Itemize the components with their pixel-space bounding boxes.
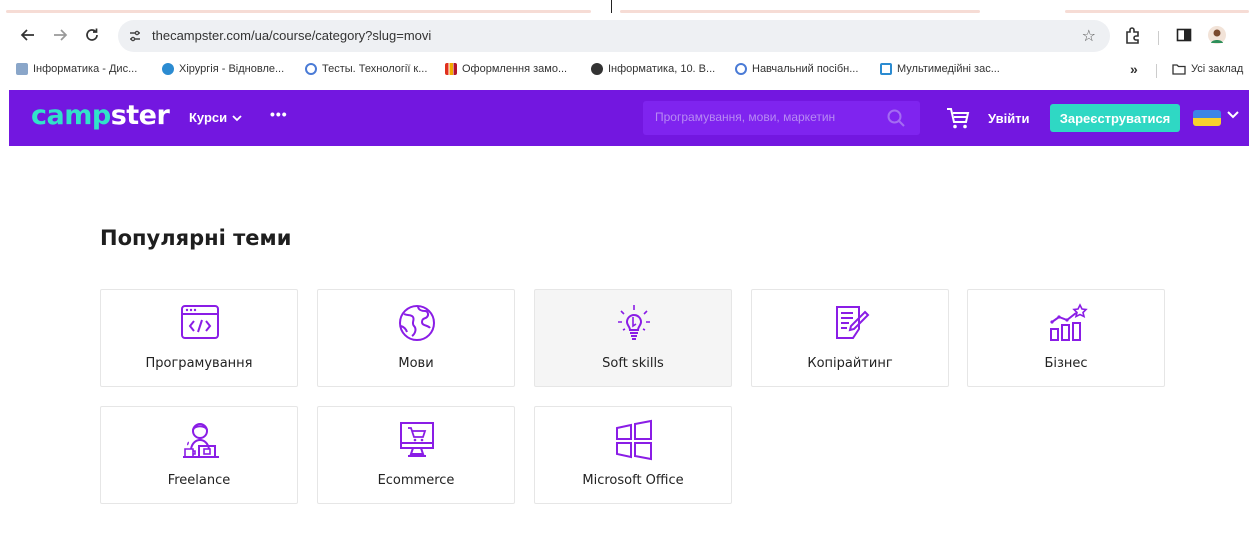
globe-icon (399, 305, 435, 341)
topic-label: Копірайтинг (807, 356, 893, 371)
topic-label: Microsoft Office (582, 473, 684, 488)
code-window-icon (181, 305, 219, 339)
back-arrow-icon[interactable] (16, 23, 40, 47)
topic-label: Soft skills (602, 356, 664, 371)
bookmark-label: Мультимедійні зас... (897, 63, 1000, 75)
search-box[interactable] (643, 101, 920, 135)
more-bookmarks-button[interactable]: » (1130, 61, 1138, 77)
bookmark-favicon-icon (591, 63, 603, 75)
bookmark-favicon-icon (162, 63, 174, 75)
bookmark-label: Хірургія - Відновле... (179, 63, 285, 75)
toolbar-divider (1158, 31, 1159, 45)
bookmarks-bar: Інформатика - Дис... Хірургія - Відновле… (0, 58, 1249, 84)
browser-tab-strip (0, 0, 1249, 14)
login-link[interactable]: Увійти (988, 111, 1030, 126)
all-bookmarks-folder[interactable]: Усі заклад (1172, 63, 1243, 75)
address-bar[interactable]: thecampster.com/ua/course/category?slug=… (118, 20, 1110, 52)
reload-icon[interactable] (80, 23, 104, 47)
growth-chart-icon (1050, 303, 1088, 341)
logo-part-ster: ster (110, 100, 170, 131)
topic-card-programming[interactable]: Програмування (100, 289, 298, 387)
topic-label: Програмування (145, 356, 253, 371)
site-header: campster Курси ••• Увійти Зареєструватис… (9, 90, 1249, 146)
more-menu-button[interactable]: ••• (270, 106, 288, 122)
topic-label: Freelance (167, 473, 231, 488)
bookmarks-divider (1156, 64, 1157, 78)
bookmark-star-icon[interactable]: ☆ (1082, 26, 1096, 46)
bookmark-label: Навчальний посібн... (752, 63, 859, 75)
bookmark-favicon-icon (16, 63, 28, 75)
topic-label: Ecommerce (377, 473, 455, 488)
profile-avatar-icon[interactable] (1206, 24, 1228, 46)
bookmark-item[interactable]: Мультимедійні зас... (880, 63, 1000, 75)
topic-card-business[interactable]: Бізнес (967, 289, 1165, 387)
topic-label: Бізнес (1044, 356, 1088, 371)
all-bookmarks-label: Усі заклад (1191, 63, 1244, 75)
bookmark-item[interactable]: Оформлення замо... (445, 63, 567, 75)
bookmark-item[interactable]: Інформатика, 10. В... (591, 63, 715, 75)
browser-toolbar: thecampster.com/ua/course/category?slug=… (0, 14, 1249, 58)
windows-logo-icon (616, 419, 652, 461)
lightbulb-icon (618, 305, 650, 340)
topic-label: Мови (398, 356, 434, 371)
bookmark-item[interactable]: Хірургія - Відновле... (162, 63, 284, 75)
campster-logo[interactable]: campster (31, 100, 170, 131)
bookmark-favicon-icon (445, 63, 457, 75)
topic-card-languages[interactable]: Мови (317, 289, 515, 387)
section-title: Популярні теми (100, 226, 292, 250)
document-pen-icon (836, 306, 870, 339)
forward-arrow-icon[interactable] (48, 23, 72, 47)
bookmark-favicon-icon (305, 63, 317, 75)
bookmark-label: Інформатика, 10. В... (608, 63, 716, 75)
tab-underline (6, 10, 591, 13)
shopping-monitor-icon (400, 422, 434, 457)
url-text[interactable]: thecampster.com/ua/course/category?slug=… (152, 28, 431, 43)
language-chevron-down-icon[interactable] (1226, 108, 1240, 122)
shopping-cart-icon[interactable] (945, 105, 971, 131)
topic-card-copywriting[interactable]: Копірайтинг (751, 289, 949, 387)
logo-part-camp: camp (31, 100, 111, 131)
tab-underline (1065, 10, 1249, 13)
tab-underline (620, 10, 980, 13)
chevron-down-icon (232, 114, 242, 121)
freelancer-icon (183, 423, 219, 458)
bookmark-label: Тесты. Технології к... (322, 63, 428, 75)
search-icon[interactable] (886, 108, 906, 128)
bookmark-item[interactable]: Навчальний посібн... (735, 63, 858, 75)
bookmark-label: Оформлення замо... (462, 63, 568, 75)
topic-card-freelance[interactable]: Freelance (100, 406, 298, 504)
side-panel-icon[interactable] (1173, 24, 1195, 46)
site-settings-icon[interactable] (126, 27, 144, 45)
topic-card-ecommerce[interactable]: Ecommerce (317, 406, 515, 504)
bookmark-favicon-icon (735, 63, 747, 75)
courses-label: Курси (189, 110, 228, 125)
bookmark-item[interactable]: Тесты. Технології к... (305, 63, 427, 75)
extensions-puzzle-icon[interactable] (1122, 24, 1144, 46)
register-button[interactable]: Зареєструватися (1050, 104, 1180, 132)
folder-icon (1172, 64, 1186, 75)
search-input[interactable] (655, 110, 880, 124)
topic-card-soft-skills[interactable]: Soft skills (534, 289, 732, 387)
text-cursor (611, 0, 612, 13)
bookmark-item[interactable]: Інформатика - Дис... (16, 63, 137, 75)
ukraine-flag-icon[interactable] (1193, 110, 1221, 126)
bookmark-favicon-icon (880, 63, 892, 75)
bookmark-label: Інформатика - Дис... (33, 63, 138, 75)
courses-menu[interactable]: Курси (189, 110, 242, 125)
topic-card-microsoft-office[interactable]: Microsoft Office (534, 406, 732, 504)
